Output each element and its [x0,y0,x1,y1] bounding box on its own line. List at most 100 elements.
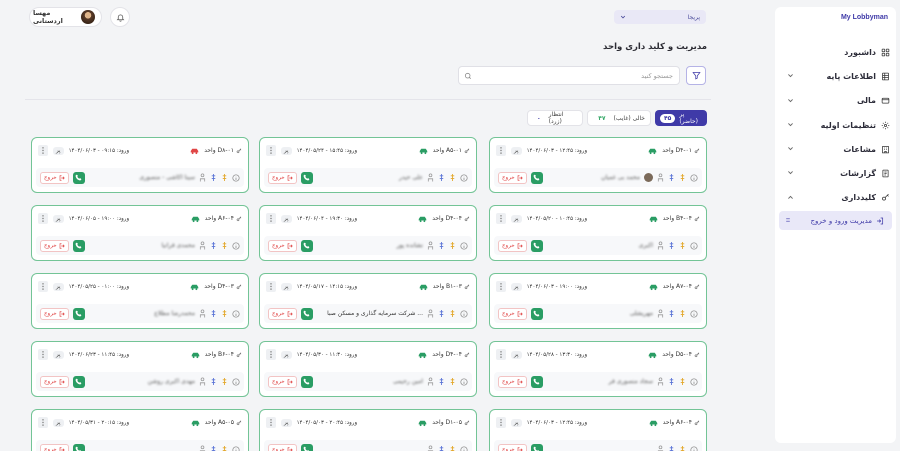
unit-card[interactable]: پر ورود: ۱۹:۰۰ - ۱۴۰۴/۰۶/۰۳ واحد A۷-۰۴ خروج… [489,273,707,329]
card-menu-button[interactable] [496,145,506,156]
info-icon[interactable] [690,173,698,182]
call-button[interactable] [530,375,543,388]
logout-icon [517,310,523,317]
call-button[interactable] [530,171,543,184]
exit-button[interactable]: خروج [40,171,69,184]
card-menu-button[interactable] [38,281,48,292]
card-footer: خروج امین رحیمی [264,372,472,391]
card-header: پر ورود: ۰۱:۰۰ - ۱۴۰۴/۰۵/۲۵ واحد D۴-۰۳ [38,279,242,294]
unit-card[interactable]: پر ورود: ۱۹:۳۰ - ۱۴۰۴/۰۶/۰۴ واحد D۴-۰۴ خروج… [259,205,477,261]
info-icon[interactable] [232,309,240,318]
info-icon[interactable] [460,173,468,182]
person-icon [657,445,664,451]
more-vertical-icon [42,215,44,222]
info-icon[interactable] [460,241,468,250]
exit-button[interactable]: خروج [40,375,69,388]
info-icon[interactable] [232,377,240,386]
key-icon [694,284,700,289]
call-button[interactable] [72,307,85,320]
call-button[interactable] [300,239,313,252]
card-menu-button[interactable] [496,349,506,360]
call-button[interactable] [530,307,543,320]
key-blue-icon [211,174,216,181]
logout-icon [517,242,523,249]
unit-card[interactable]: پر ورود: ۱۱:۳۰ - ۱۴۰۴/۰۵/۳۰ واحد D۴-۰۴ خروج… [259,341,477,397]
exit-button[interactable]: خروج [268,443,297,451]
unit-card[interactable]: پر ورود: ۲۰:۱۵ - ۱۴۰۴/۰۵/۳۱ واحد A۵-۰۵ خروج [31,409,249,451]
exit-button[interactable]: خروج [498,307,527,320]
card-footer: خروج نشانده پور [264,236,472,255]
info-icon[interactable] [232,241,240,250]
unit-card[interactable]: پر ورود: ۰۹:۱۵ - ۱۴۰۴/۰۶/۰۳ واحد D۸-۰۱ خروج… [31,137,249,193]
exit-button[interactable]: خروج [498,375,527,388]
unit-card[interactable]: پر ورود: ۱۱:۴۵ - ۱۴۰۴/۰۶/۲۳ واحد B۶-۰۴ خروج… [31,341,249,397]
unit-card[interactable]: پر ورود: ۱۹:۰۰ - ۱۴۰۴/۰۶/۰۵ واحد A۶-۰۴ خروج… [31,205,249,261]
unit-card[interactable]: پر ورود: ۱۴:۱۵ - ۱۴۰۴/۰۵/۱۷ واحد B۱-۰۳ خروج… [259,273,477,329]
info-icon[interactable] [690,445,698,451]
exit-button[interactable]: خروج [268,171,297,184]
exit-button[interactable]: خروج [498,171,527,184]
info-icon[interactable] [232,173,240,182]
card-menu-button[interactable] [266,145,276,156]
entry-time: ورود: ۱۵:۴۵ - ۱۴۰۴/۰۵/۲۴ [296,147,358,154]
exit-button[interactable]: خروج [268,239,297,252]
call-button[interactable] [530,239,543,252]
info-icon[interactable] [690,241,698,250]
card-menu-button[interactable] [266,349,276,360]
card-menu-button[interactable] [496,281,506,292]
info-icon[interactable] [460,309,468,318]
exit-button[interactable]: خروج [40,307,69,320]
unit-card[interactable]: پر ورود: ۰۱:۰۰ - ۱۴۰۴/۰۵/۲۵ واحد D۴-۰۳ خروج… [31,273,249,329]
entry-time: ورود: ۱۴:۱۵ - ۱۴۰۴/۰۵/۱۷ [296,283,358,290]
call-button[interactable] [72,239,85,252]
call-button[interactable] [300,443,313,451]
exit-button[interactable]: خروج [268,375,297,388]
call-button[interactable] [530,443,543,451]
status-badge: پر [511,418,522,427]
exit-button[interactable]: خروج [498,239,527,252]
info-icon[interactable] [690,377,698,386]
call-button[interactable] [300,171,313,184]
call-button[interactable] [300,307,313,320]
person-icon [427,377,434,386]
status-badge: پر [281,282,292,291]
person-icon [199,173,206,182]
unit-card[interactable]: پر ورود: ۱۰:۴۵ - ۱۴۰۴/۰۵/۲۰ واحد B۴-۰۴ خروج… [489,205,707,261]
exit-button[interactable]: خروج [40,239,69,252]
card-menu-button[interactable] [38,349,48,360]
card-menu-button[interactable] [266,281,276,292]
call-button[interactable] [300,375,313,388]
status-badge: پر [53,146,64,155]
info-icon[interactable] [690,309,698,318]
unit-card[interactable]: پر ورود: ۱۳:۳۰ - ۱۴۰۴/۰۵/۲۸ واحد D۵-۰۴ خروج… [489,341,707,397]
info-icon[interactable] [232,445,240,451]
unit-card[interactable]: پر ورود: ۱۲:۴۵ - ۱۴۰۴/۰۶/۰۳ واحد D۴-۰۱ خروج… [489,137,707,193]
info-icon[interactable] [460,445,468,451]
card-footer: خروج شرکت سرمایه گذاری و مسکن صبا ... [264,304,472,323]
exit-button[interactable]: خروج [40,443,69,451]
unit-card[interactable]: پر ورود: ۱۵:۴۵ - ۱۴۰۴/۰۵/۲۴ واحد A۵-۰۱ خروج… [259,137,477,193]
call-button[interactable] [72,443,85,451]
unit-card[interactable]: پر ورود: ۲۰:۴۵ - ۱۴۰۴/۰۵/۰۳ واحد D۱-۰۵ خروج [259,409,477,451]
info-icon[interactable] [460,377,468,386]
unit-card[interactable]: پر ورود: ۱۲:۴۵ - ۱۴۰۴/۰۶/۰۳ واحد A۶-۰۴ خروج [489,409,707,451]
exit-button[interactable]: خروج [268,307,297,320]
status-badge: پر [281,418,292,427]
call-button[interactable] [72,171,85,184]
person-icon [427,173,434,182]
card-menu-button[interactable] [38,417,48,428]
card-menu-button[interactable] [496,213,506,224]
call-button[interactable] [72,375,85,388]
status-badge: پر [511,214,522,223]
card-menu-button[interactable] [38,145,48,156]
card-menu-button[interactable] [266,213,276,224]
card-menu-button[interactable] [266,417,276,428]
key-yellow-icon [450,242,455,249]
card-menu-button[interactable] [496,417,506,428]
card-menu-button[interactable] [38,213,48,224]
logout-icon [287,310,293,317]
exit-button[interactable]: خروج [498,443,527,451]
unit-name: واحد D۴-۰۴ [432,215,470,222]
phone-icon [303,174,310,181]
card-header: پر ورود: ۱۹:۰۰ - ۱۴۰۴/۰۶/۰۵ واحد A۶-۰۴ [38,211,242,226]
